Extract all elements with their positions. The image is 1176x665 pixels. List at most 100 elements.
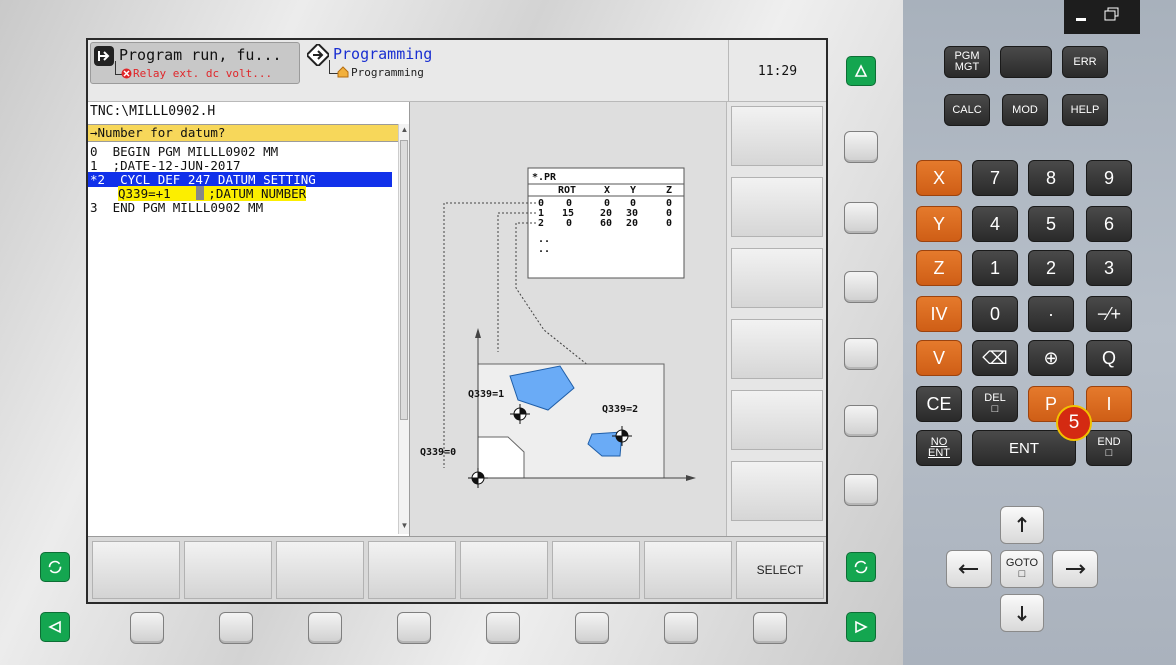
scroll-up-icon[interactable]: ▲ xyxy=(399,124,410,136)
key-arrow-up[interactable] xyxy=(1000,506,1044,544)
error-icon xyxy=(121,68,132,79)
key-arrow-right[interactable] xyxy=(1052,550,1098,588)
softkey-3[interactable] xyxy=(276,541,364,599)
key-end[interactable]: END □ xyxy=(1086,430,1132,466)
key-err[interactable]: ERR xyxy=(1062,46,1108,78)
hw-softkey-1[interactable] xyxy=(130,612,164,644)
program-line[interactable]: 1 ;DATE-12-JUN-2017 xyxy=(90,158,241,173)
vertical-softkey-6[interactable] xyxy=(731,461,823,521)
softkey-up-arrow-button[interactable] xyxy=(846,56,876,86)
hw-softkey-8[interactable] xyxy=(753,612,787,644)
key-actual-position[interactable]: ⊕ xyxy=(1028,340,1074,376)
softkey-1[interactable] xyxy=(92,541,180,599)
key-3[interactable]: 3 xyxy=(1086,250,1132,286)
key-incremental-i[interactable]: I xyxy=(1086,386,1132,422)
softkey-6[interactable] xyxy=(552,541,640,599)
hw-softkey-3[interactable] xyxy=(308,612,342,644)
datum-table-header: ROT xyxy=(558,185,576,196)
key-plus-minus[interactable]: −⁄+ xyxy=(1086,296,1132,332)
softkey-5[interactable] xyxy=(460,541,548,599)
key-8[interactable]: 8 xyxy=(1028,160,1074,196)
scrollbar[interactable]: ▲ ▼ xyxy=(398,124,409,534)
key-axis-iv[interactable]: IV xyxy=(916,296,962,332)
arrow-right-icon xyxy=(1066,564,1086,574)
program-line[interactable]: 3 END PGM MILLL0902 MM xyxy=(90,200,263,215)
key-del[interactable]: DEL □ xyxy=(972,386,1018,422)
vertical-softkey-3[interactable] xyxy=(731,248,823,308)
home-icon xyxy=(337,66,349,78)
vertical-softkey-4[interactable] xyxy=(731,319,823,379)
softkey-7[interactable] xyxy=(644,541,732,599)
program-line[interactable]: 0 BEGIN PGM MILLL0902 MM xyxy=(90,144,278,159)
restore-window-icon[interactable] xyxy=(1104,7,1120,21)
hw-vertical-softkey-5[interactable] xyxy=(844,405,878,437)
datum-cell: 20 xyxy=(626,218,638,229)
key-axis-y[interactable]: Y xyxy=(916,206,962,242)
scroll-thumb[interactable] xyxy=(400,140,408,420)
key-blank[interactable] xyxy=(1000,46,1052,78)
datum-table-header: Z xyxy=(666,185,672,196)
hw-vertical-softkey-1[interactable] xyxy=(844,131,878,163)
hw-vertical-softkey-2[interactable] xyxy=(844,202,878,234)
hw-vertical-softkey-3[interactable] xyxy=(844,271,878,303)
refresh-icon xyxy=(854,560,868,574)
key-goto[interactable]: GOTO □ xyxy=(1000,550,1044,588)
datum-ellipsis: .. xyxy=(538,244,550,255)
softkey-2[interactable] xyxy=(184,541,272,599)
key-5[interactable]: 5 xyxy=(1028,206,1074,242)
mode-programming-tab[interactable]: Programming Programming xyxy=(305,42,515,84)
mode-programming-sub: Programming xyxy=(351,66,424,79)
key-ce[interactable]: CE xyxy=(916,386,962,422)
hw-vertical-softkey-4[interactable] xyxy=(844,338,878,370)
program-line-parameter[interactable]: Q339=+1 ;DATUM NUMBER xyxy=(118,186,307,201)
softkey-next-button[interactable] xyxy=(846,612,876,642)
key-calc[interactable]: CALC xyxy=(944,94,990,126)
mode-machine-tab[interactable]: Program run, fu... Relay ext. dc volt... xyxy=(90,42,300,84)
key-backspace[interactable]: ⌫ xyxy=(972,340,1018,376)
window-controls xyxy=(1064,0,1140,34)
key-1[interactable]: 1 xyxy=(972,250,1018,286)
softkey-select[interactable]: SELECT xyxy=(736,541,824,599)
vertical-softkey-5[interactable] xyxy=(731,390,823,450)
key-2[interactable]: 2 xyxy=(1028,250,1074,286)
vertical-softkey-bar xyxy=(726,102,826,536)
switch-softkey-row-left-button[interactable] xyxy=(40,552,70,582)
key-q[interactable]: Q xyxy=(1086,340,1132,376)
hw-vertical-softkey-6[interactable] xyxy=(844,474,878,506)
key-help[interactable]: HELP xyxy=(1062,94,1108,126)
label-q339-1: Q339=1 xyxy=(468,389,504,400)
key-4[interactable]: 4 xyxy=(972,206,1018,242)
key-axis-v[interactable]: V xyxy=(916,340,962,376)
scroll-down-icon[interactable]: ▼ xyxy=(399,520,410,532)
key-0[interactable]: 0 xyxy=(972,296,1018,332)
hw-softkey-2[interactable] xyxy=(219,612,253,644)
hw-softkey-5[interactable] xyxy=(486,612,520,644)
hw-softkey-6[interactable] xyxy=(575,612,609,644)
vertical-softkey-1[interactable] xyxy=(731,106,823,166)
datum-cell: 60 xyxy=(600,218,612,229)
softkey-prev-button[interactable] xyxy=(40,612,70,642)
key-pgm-mgt[interactable]: PGM MGT xyxy=(944,46,990,78)
clock: 11:29 xyxy=(728,40,826,102)
key-arrow-down[interactable] xyxy=(1000,594,1044,632)
vertical-softkey-2[interactable] xyxy=(731,177,823,237)
softkey-4[interactable] xyxy=(368,541,456,599)
key-axis-x[interactable]: X xyxy=(916,160,962,196)
key-no-ent[interactable]: NO ENT xyxy=(916,430,962,466)
key-6[interactable]: 6 xyxy=(1086,206,1132,242)
program-line-selected[interactable]: *2 CYCL DEF 247 DATUM SETTING xyxy=(88,172,392,187)
key-decimal-point[interactable]: · xyxy=(1028,296,1074,332)
screen-header: Program run, fu... Relay ext. dc volt...… xyxy=(88,40,826,102)
minimize-icon[interactable] xyxy=(1076,18,1086,21)
switch-softkey-row-right-button[interactable] xyxy=(846,552,876,582)
key-9[interactable]: 9 xyxy=(1086,160,1132,196)
key-7[interactable]: 7 xyxy=(972,160,1018,196)
key-mod[interactable]: MOD xyxy=(1002,94,1048,126)
key-arrow-left[interactable] xyxy=(946,550,992,588)
program-editor[interactable]: TNC:\MILLL0902.H →Number for datum? 0 BE… xyxy=(88,102,410,536)
hw-softkey-7[interactable] xyxy=(664,612,698,644)
datum-cell: 0 xyxy=(566,218,572,229)
arrow-down-icon xyxy=(1017,606,1027,622)
hw-softkey-4[interactable] xyxy=(397,612,431,644)
key-axis-z[interactable]: Z xyxy=(916,250,962,286)
